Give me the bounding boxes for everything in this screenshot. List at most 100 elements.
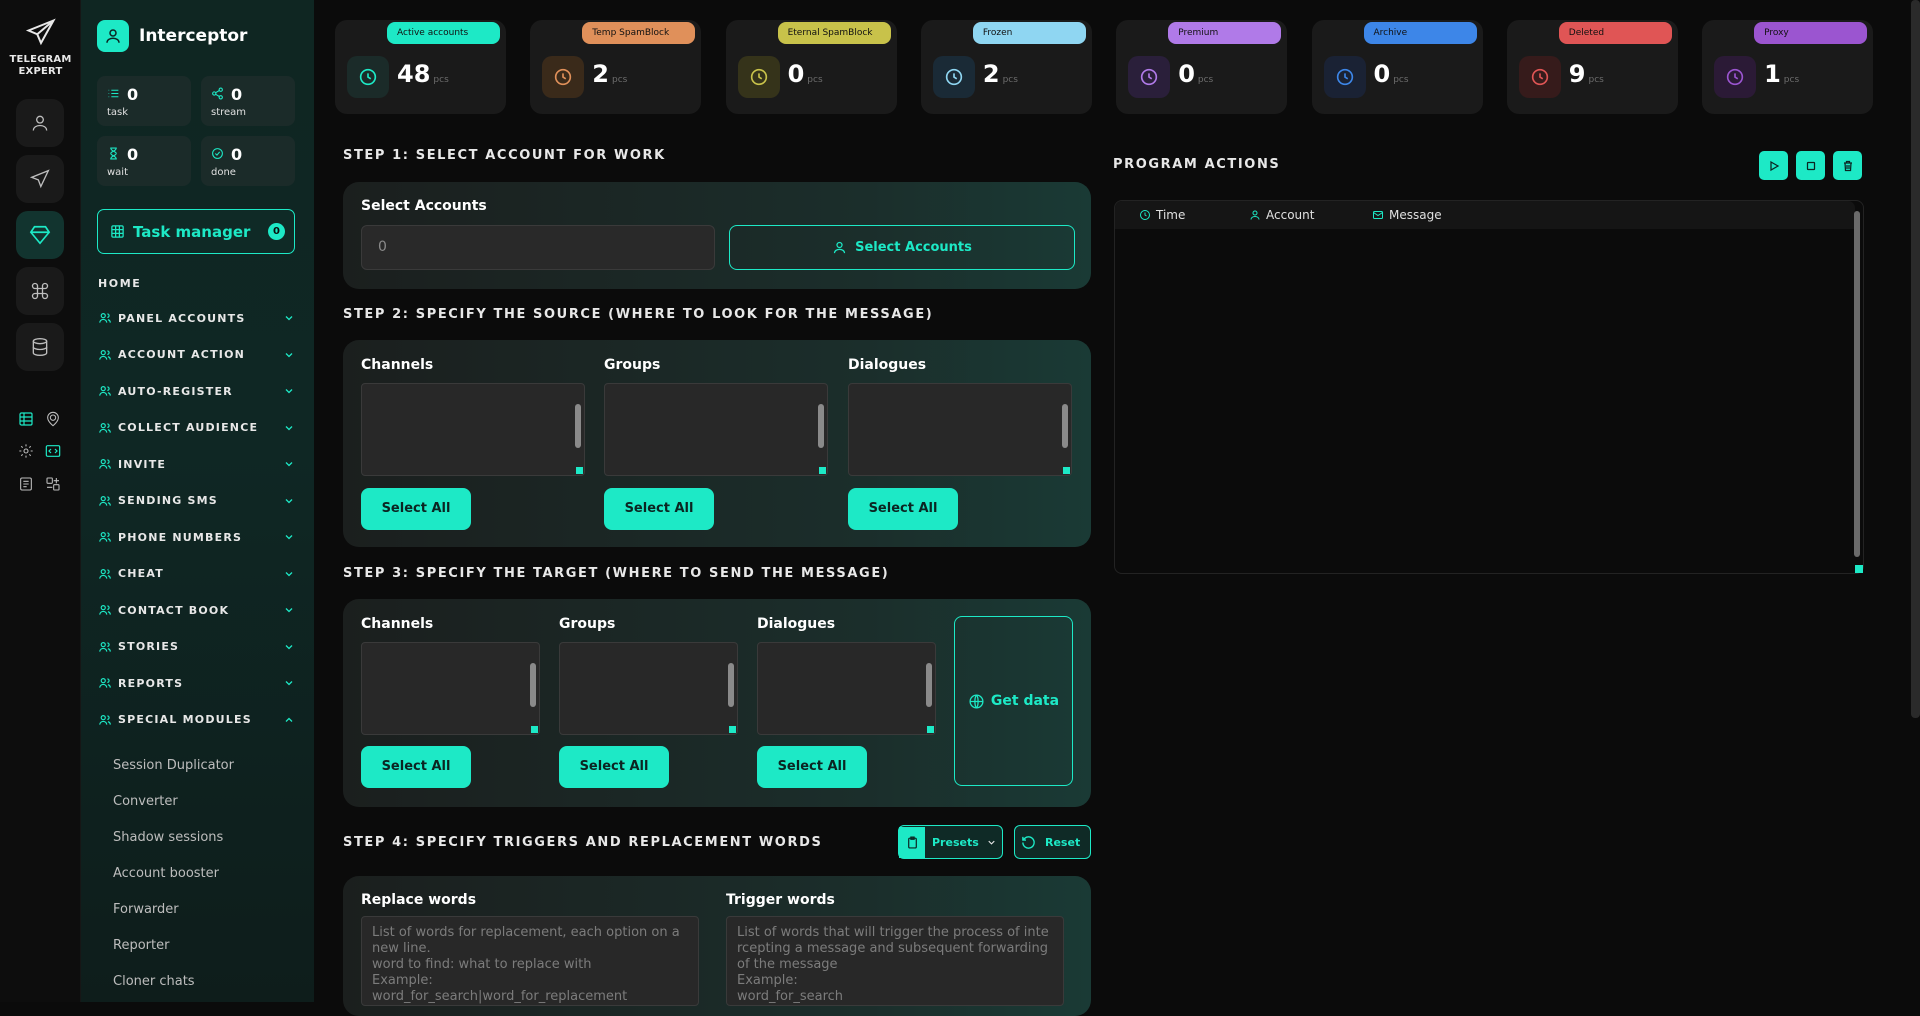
user-icon [1250,210,1260,220]
source-channels-list[interactable] [361,383,585,476]
resize-handle[interactable] [1063,467,1070,474]
status-card-pill: Temp SpamBlock [582,22,696,44]
status-card-number: 9 [1568,60,1586,88]
scrollbar[interactable] [818,404,824,448]
nav-item[interactable]: REPORTS [97,669,295,697]
rail-table-button[interactable] [15,408,37,430]
nav-item[interactable]: INVITE [97,450,295,478]
status-card[interactable]: Frozen 2 pcs [920,20,1092,114]
rail-accounts-button[interactable] [16,99,64,147]
scrollbar[interactable] [1062,404,1068,448]
log-col-time[interactable]: Time [1139,208,1185,222]
source-groups-list[interactable] [604,383,828,476]
nav-item[interactable]: PANEL ACCOUNTS [97,304,295,332]
status-card-unit: pcs [807,75,823,85]
nav-item[interactable]: CONTACT BOOK [97,596,295,624]
trigger-words-textarea[interactable]: List of words that will trigger the proc… [726,916,1064,1006]
get-data-button[interactable]: Get data [954,616,1073,786]
nav-item-label: ACCOUNT ACTION [118,348,246,361]
special-module-item[interactable]: Forwarder [113,902,179,917]
status-card[interactable]: Deleted 9 pcs [1506,20,1678,114]
reset-button[interactable]: Reset [1014,825,1091,859]
replace-words-textarea[interactable]: List of words for replacement, each opti… [361,916,699,1006]
sidebar: Interceptor 0 task 0 stream 0 wait 0 don… [81,0,314,1002]
rail-code-button[interactable] [42,440,64,462]
target-dialogues-select-all[interactable]: Select All [757,746,867,788]
send-icon [97,493,113,509]
rail-settings-button[interactable] [15,440,37,462]
status-card[interactable]: Archive 0 pcs [1311,20,1483,114]
special-module-item[interactable]: Session Duplicator [113,758,234,773]
play-button[interactable] [1759,151,1788,180]
special-module-item[interactable]: Shadow sessions [113,830,223,845]
user-check-icon [347,56,389,98]
source-dialogues-select-all[interactable]: Select All [848,488,958,530]
scrollbar[interactable] [728,663,734,707]
nav-item[interactable]: STORIES [97,633,295,661]
resize-handle[interactable] [531,726,538,733]
scrollbar[interactable] [575,404,581,448]
nav-home[interactable]: HOME [98,277,141,290]
nav-item[interactable]: SPECIAL MODULES [97,706,295,734]
rail-list-button[interactable] [15,473,37,495]
nav-item-label: PHONE NUMBERS [118,530,243,544]
alert-icon [542,56,585,98]
clear-log-button[interactable] [1833,151,1862,180]
step3-title: STEP 3: SPECIFY THE TARGET (WHERE TO SEN… [343,566,890,581]
rail-diamond-button[interactable] [16,211,64,259]
book-icon [97,602,113,618]
task-manager-button[interactable]: Task manager 0 [97,209,295,254]
nav-item-label: COLLECT AUDIENCE [118,421,259,434]
log-col-account[interactable]: Account [1249,208,1314,222]
nav-item[interactable]: CHEAT [97,560,295,588]
rail-command-button[interactable] [16,267,64,315]
source-dialogues-list[interactable] [848,383,1072,476]
rail-send-button[interactable] [16,155,64,203]
resize-handle[interactable] [927,726,934,733]
user-icon [97,347,113,363]
target-groups-list[interactable] [559,642,738,735]
status-card[interactable]: Eternal SpamBlock 0 pcs [725,20,897,114]
target-channels-select-all[interactable]: Select All [361,746,471,788]
code-icon [45,445,61,457]
status-card[interactable]: Temp SpamBlock 2 pcs [530,20,702,114]
status-card[interactable]: Proxy 1 pcs [1702,20,1874,114]
nav-item[interactable]: ACCOUNT ACTION [97,341,295,369]
target-groups-select-all[interactable]: Select All [559,746,669,788]
resize-handle[interactable] [729,726,736,733]
special-module-item[interactable]: Cloner chats [113,974,195,989]
program-actions-log[interactable]: Time Account Message [1114,200,1864,574]
presets-dropdown[interactable]: Presets [898,825,1003,859]
accounts-count-input[interactable]: 0 [361,225,715,270]
status-card[interactable]: Premium 0 pcs [1116,20,1288,114]
nav-item[interactable]: SENDING SMS [97,487,295,515]
select-accounts-button[interactable]: Select Accounts [729,225,1075,270]
log-scrollbar[interactable] [1854,211,1860,557]
resize-handle[interactable] [576,467,583,474]
user-add-icon [97,456,113,472]
status-card[interactable]: Active accounts 48 pcs [335,20,506,114]
nav-item[interactable]: AUTO-REGISTER [97,377,295,405]
scrollbar[interactable] [530,663,536,707]
task-list-icon [108,89,119,98]
nav-item[interactable]: COLLECT AUDIENCE [97,414,295,442]
log-resize-handle[interactable] [1855,565,1863,573]
special-module-item[interactable]: Converter [113,794,178,809]
source-groups-select-all[interactable]: Select All [604,488,714,530]
page-scrollbar[interactable] [1911,0,1920,718]
target-dialogues-list[interactable] [757,642,936,735]
rail-database-button[interactable] [16,323,64,371]
status-card-number: 1 [1764,60,1781,88]
replace-words-label: Replace words [361,892,477,908]
stop-button[interactable] [1796,151,1825,180]
source-channels-select-all[interactable]: Select All [361,488,471,530]
special-module-item[interactable]: Account booster [113,866,219,881]
rail-grid-button[interactable] [42,473,64,495]
rail-map-pin-button[interactable] [42,408,64,430]
resize-handle[interactable] [819,467,826,474]
target-channels-list[interactable] [361,642,540,735]
special-module-item[interactable]: Reporter [113,938,169,953]
scrollbar[interactable] [926,663,932,707]
nav-item[interactable]: PHONE NUMBERS [97,523,295,551]
log-col-message[interactable]: Message [1372,208,1442,222]
